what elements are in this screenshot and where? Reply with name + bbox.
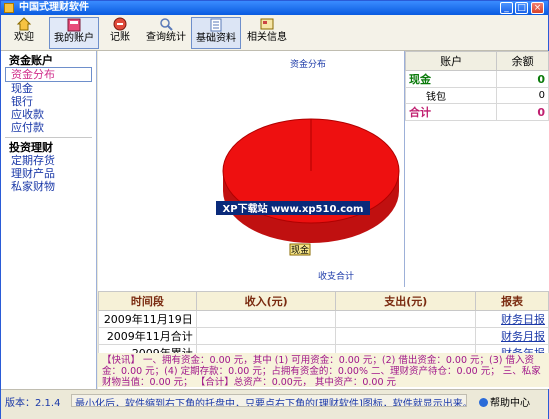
account-header: 账户 bbox=[404, 51, 498, 71]
main-panel: 资金分布 XP下载站 www.xp510.com 现金 收支合计 账户 余额 现… bbox=[98, 51, 549, 389]
account-balance-panel: 账户 余额 现金 0 钱包 0 合计 0 bbox=[404, 51, 549, 287]
window-title: 中国式理财软件 bbox=[19, 2, 89, 13]
title-bar: 中国式理财软件 _ □ × bbox=[1, 1, 548, 15]
daily-report-link[interactable]: 财务日报 bbox=[475, 310, 549, 328]
maximize-button[interactable]: □ bbox=[515, 2, 528, 14]
sidebar-item-receivable[interactable]: 应收款 bbox=[1, 108, 96, 121]
sidebar-item-private-property[interactable]: 私家财物 bbox=[1, 180, 96, 193]
version-label: 版本：2.1.4 bbox=[5, 398, 61, 409]
home-icon bbox=[16, 17, 32, 31]
income-cell bbox=[195, 327, 337, 345]
income-expense-summary: 时间段 收入(元) 支出(元) 报表 2009年11月19日 财务日报 2009… bbox=[98, 291, 549, 362]
close-button[interactable]: × bbox=[531, 2, 544, 14]
balance-header: 余额 bbox=[496, 51, 549, 71]
toolbar-my-account-button[interactable]: 我的账户 bbox=[49, 17, 99, 49]
account-table: 账户 余额 现金 0 钱包 0 合计 0 bbox=[404, 51, 549, 121]
monthly-report-link[interactable]: 财务月报 bbox=[475, 327, 549, 345]
magnifier-icon bbox=[160, 18, 173, 31]
info-card-icon bbox=[260, 18, 274, 30]
document-icon bbox=[210, 18, 222, 32]
toolbar-bookkeeping-label: 记账 bbox=[110, 32, 130, 43]
income-cell bbox=[195, 310, 337, 328]
slice-label: 现金 bbox=[291, 244, 309, 256]
total-balance: 0 bbox=[496, 103, 549, 121]
minimize-button[interactable]: _ bbox=[500, 2, 513, 14]
report-header: 报表 bbox=[475, 291, 549, 311]
help-icon bbox=[479, 398, 488, 407]
expense-cell bbox=[335, 310, 477, 328]
sidebar: 资金账户 资金分布 现金 银行 应收款 应付款 投资理财 定期存货 理财产品 私… bbox=[1, 51, 97, 389]
table-row[interactable]: 现金 0 bbox=[404, 70, 549, 88]
table-row: 合计 0 bbox=[404, 103, 549, 121]
toolbar-welcome-button[interactable]: 欢迎 bbox=[5, 17, 43, 49]
period-header: 时间段 bbox=[98, 291, 197, 311]
pie-chart: 资金分布 XP下载站 www.xp510.com 现金 收支合计 bbox=[216, 58, 400, 282]
table-row: 2009年11月合计 财务月报 bbox=[98, 327, 549, 345]
expense-cell bbox=[335, 327, 477, 345]
watermark: XP下载站 www.xp510.com bbox=[223, 202, 364, 215]
chart-footer-title: 收支合计 bbox=[318, 270, 354, 282]
sidebar-group-investment: 投资理财 bbox=[9, 141, 53, 154]
table-row: 2009年11月19日 财务日报 bbox=[98, 310, 549, 328]
app-icon bbox=[4, 3, 14, 13]
status-message: 最小化后，软件缩到右下角的托盘中，只要点右下角的[理财软件]图标，软件就显示出来… bbox=[71, 394, 467, 407]
period-cell: 2009年11月19日 bbox=[98, 310, 197, 328]
sidebar-item-fund-distribution[interactable]: 资金分布 bbox=[5, 67, 92, 82]
toolbar-query-button[interactable]: 查询统计 bbox=[141, 17, 191, 49]
toolbar-welcome-label: 欢迎 bbox=[14, 32, 34, 43]
account-balance: 0 bbox=[496, 87, 549, 104]
sidebar-item-payable[interactable]: 应付款 bbox=[1, 121, 96, 134]
toolbar: 欢迎 我的账户 记账 查询统计 基础资料 相关信息 bbox=[1, 15, 548, 51]
toolbar-base-data-label: 基础资料 bbox=[196, 33, 236, 44]
account-name: 现金 bbox=[404, 70, 498, 88]
news-flash: 【快讯】 一、拥有资金：0.00 元，其中 (1) 可用资金：0.00 元；(2… bbox=[98, 353, 549, 387]
pie-chart-panel: 资金分布 XP下载站 www.xp510.com 现金 收支合计 bbox=[98, 51, 405, 287]
period-cell: 2009年11月合计 bbox=[98, 327, 197, 345]
help-center-link[interactable]: 帮助中心 bbox=[479, 394, 530, 409]
toolbar-my-account-label: 我的账户 bbox=[54, 33, 94, 44]
income-header: 收入(元) bbox=[195, 291, 337, 311]
status-bar: 版本：2.1.4 最小化后，软件缩到右下角的托盘中，只要点右下角的[理财软件]图… bbox=[1, 389, 548, 419]
toolbar-bookkeeping-button[interactable]: 记账 bbox=[105, 17, 135, 49]
sidebar-item-fixed-deposit[interactable]: 定期存货 bbox=[1, 154, 96, 167]
account-name: 钱包 bbox=[404, 87, 498, 104]
expense-header: 支出(元) bbox=[335, 291, 477, 311]
sidebar-item-financial-products[interactable]: 理财产品 bbox=[1, 167, 96, 180]
table-row[interactable]: 钱包 0 bbox=[404, 87, 549, 104]
toolbar-related-info-label: 相关信息 bbox=[247, 32, 287, 43]
sidebar-item-bank[interactable]: 银行 bbox=[1, 95, 96, 108]
total-label: 合计 bbox=[404, 103, 498, 121]
sidebar-group-funds: 资金账户 bbox=[9, 54, 53, 67]
sidebar-divider bbox=[5, 137, 92, 138]
help-center-label: 帮助中心 bbox=[490, 398, 530, 409]
app-window: 中国式理财软件 _ □ × 欢迎 我的账户 记账 查询统计 基础资料 相关信息 bbox=[0, 0, 549, 419]
toolbar-base-data-button[interactable]: 基础资料 bbox=[191, 17, 241, 49]
pen-icon bbox=[113, 17, 127, 31]
toolbar-query-label: 查询统计 bbox=[146, 32, 186, 43]
toolbar-related-info-button[interactable]: 相关信息 bbox=[243, 17, 291, 49]
ledger-icon bbox=[67, 18, 81, 32]
summary-table: 时间段 收入(元) 支出(元) 报表 2009年11月19日 财务日报 2009… bbox=[98, 291, 549, 362]
chart-title: 资金分布 bbox=[290, 58, 326, 70]
account-balance: 0 bbox=[496, 70, 549, 88]
sidebar-item-cash[interactable]: 现金 bbox=[1, 82, 96, 95]
